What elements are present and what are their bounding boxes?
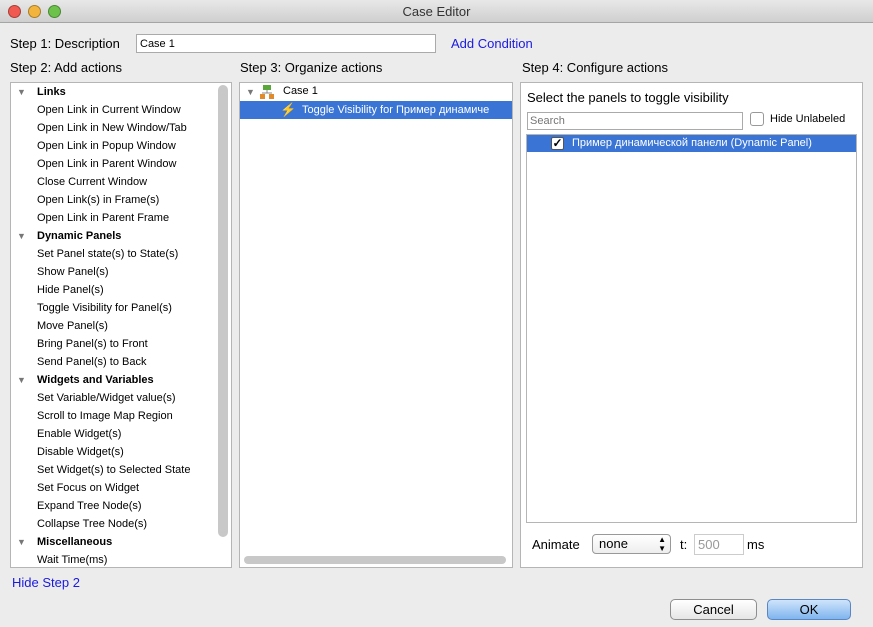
step3-label: Step 3: Organize actions [240, 60, 383, 75]
configure-panel: Select the panels to toggle visibility H… [520, 82, 863, 568]
action-item[interactable]: Set Panel state(s) to State(s) [37, 245, 178, 263]
action-item[interactable]: Set Focus on Widget [37, 479, 139, 497]
action-item[interactable]: Show Panel(s) [37, 263, 109, 281]
search-input[interactable] [527, 112, 743, 130]
title-bar: Case Editor [0, 0, 873, 23]
action-item[interactable]: Open Link in Parent Window [37, 155, 176, 173]
action-item[interactable]: Open Link in Popup Window [37, 137, 176, 155]
action-item[interactable]: Set Variable/Widget value(s) [37, 389, 176, 407]
action-item[interactable]: Move Panel(s) [37, 317, 108, 335]
duration-value: 500 [698, 537, 720, 552]
action-item[interactable]: Open Link in New Window/Tab [37, 119, 187, 137]
animate-value: none [599, 536, 628, 551]
configure-heading: Select the panels to toggle visibility [527, 90, 729, 105]
ok-button[interactable]: OK [767, 599, 851, 620]
case-tree-icon [260, 85, 274, 99]
panel-checkbox[interactable]: ✓ [551, 137, 564, 150]
action-item[interactable]: Close Current Window [37, 173, 147, 191]
action-item[interactable]: Enable Widget(s) [37, 425, 121, 443]
action-group[interactable]: Dynamic Panels [37, 227, 121, 245]
action-item[interactable]: Collapse Tree Node(s) [37, 515, 147, 533]
panels-list: ✓ Пример динамической панели (Dynamic Pa… [526, 134, 857, 523]
cancel-button[interactable]: Cancel [670, 599, 757, 620]
t-label: t: [680, 537, 688, 552]
action-item[interactable]: Set Widget(s) to Selected State [37, 461, 190, 479]
action-item[interactable]: Scroll to Image Map Region [37, 407, 173, 425]
action-group[interactable]: Links [37, 83, 66, 101]
hide-unlabeled-label: Hide Unlabeled [770, 113, 846, 125]
action-group[interactable]: Miscellaneous [37, 533, 112, 551]
actions-tree: ▼ Links Open Link in Current Window Open Li… [10, 82, 232, 568]
action-item[interactable]: Send Panel(s) to Back [37, 353, 146, 371]
panel-list-item[interactable]: ✓ Пример динамической панели (Dynamic Pa… [527, 135, 856, 152]
action-item[interactable]: Open Link in Current Window [37, 101, 181, 119]
animate-select[interactable]: none ▲ ▼ [592, 534, 671, 554]
collapse-triangle-icon[interactable]: ▼ [17, 87, 26, 97]
step4-label: Step 4: Configure actions [522, 60, 668, 75]
zoom-button[interactable] [48, 5, 61, 18]
action-item[interactable]: Expand Tree Node(s) [37, 497, 142, 515]
action-item[interactable]: Toggle Visibility for Panel(s) [37, 299, 172, 317]
collapse-triangle-icon[interactable]: ▼ [17, 375, 26, 385]
description-input[interactable] [136, 34, 436, 53]
action-label: Toggle Visibility for Пример динамиче [302, 104, 490, 116]
action-node[interactable]: ⚡ Toggle Visibility for Пример динамиче [240, 101, 512, 119]
hide-step2-link[interactable]: Hide Step 2 [12, 575, 80, 590]
action-group[interactable]: Widgets and Variables [37, 371, 154, 389]
action-item[interactable]: Hide Panel(s) [37, 281, 104, 299]
expand-triangle-icon[interactable]: ▼ [246, 87, 255, 97]
minimize-button[interactable] [28, 5, 41, 18]
hide-unlabeled-checkbox[interactable] [750, 112, 764, 126]
lightning-icon: ⚡ [280, 102, 297, 117]
collapse-triangle-icon[interactable]: ▼ [17, 231, 26, 241]
step2-label: Step 2: Add actions [10, 60, 123, 75]
panel-label: Пример динамической панели (Dynamic Pane… [572, 137, 812, 149]
action-item[interactable]: Open Link in Parent Frame [37, 209, 169, 227]
organize-tree: ▼ Case 1 ⚡ Toggle Visibility for Пример … [239, 82, 513, 568]
window-title: Case Editor [402, 4, 471, 19]
collapse-triangle-icon[interactable]: ▼ [17, 537, 26, 547]
animate-label: Animate [532, 537, 580, 552]
close-button[interactable] [8, 5, 21, 18]
ms-label: ms [747, 537, 765, 552]
horizontal-scrollbar[interactable] [244, 556, 506, 564]
add-condition-link[interactable]: Add Condition [451, 36, 533, 51]
duration-input[interactable]: 500 [694, 534, 744, 555]
action-item[interactable]: Bring Panel(s) to Front [37, 335, 148, 353]
case-node[interactable]: Case 1 [283, 85, 318, 97]
action-item[interactable]: Disable Widget(s) [37, 443, 124, 461]
action-item[interactable]: Wait Time(ms) [37, 551, 107, 567]
action-item[interactable]: Open Link(s) in Frame(s) [37, 191, 159, 209]
scrollbar-thumb[interactable] [218, 85, 228, 537]
updown-arrows-icon: ▲ ▼ [658, 535, 666, 553]
step1-label: Step 1: Description [10, 36, 120, 51]
